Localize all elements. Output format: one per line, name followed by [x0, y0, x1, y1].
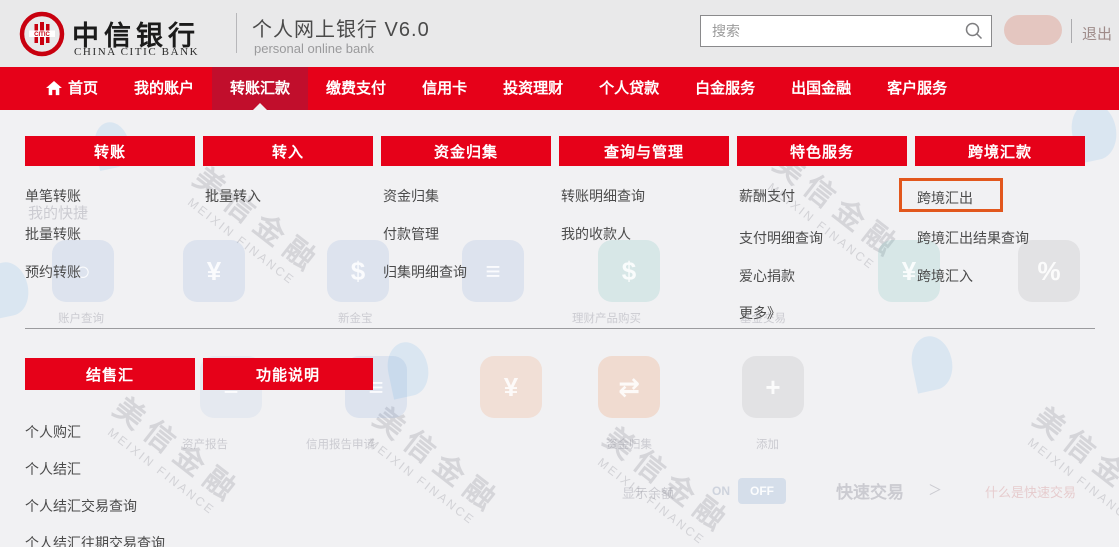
header-divider: [236, 13, 237, 53]
nav-item-label: 我的账户: [134, 80, 195, 97]
menu-item-charity-donation[interactable]: 爱心捐款: [739, 266, 795, 286]
menu-item-payment-detail-query[interactable]: 支付明细查询: [739, 228, 823, 248]
svg-text:CITIC: CITIC: [34, 32, 50, 38]
nav-item-customer-service[interactable]: 客户服务: [869, 67, 965, 110]
menu-item-personal-fx-settlement[interactable]: 个人结汇: [25, 459, 81, 479]
menu-item-more[interactable]: 更多》: [739, 303, 781, 323]
bg-label-quick-trade: 快速交易: [836, 483, 904, 502]
category-button-function-description[interactable]: 功能说明: [203, 358, 373, 390]
nav-item-investment[interactable]: 投资理财: [485, 67, 581, 110]
bg-label-add: 添加: [756, 439, 779, 451]
menu-item-payment-management[interactable]: 付款管理: [383, 224, 439, 244]
nav-item-label: 个人贷款: [599, 80, 660, 97]
bg-toggle-on: ON: [712, 484, 730, 498]
citic-online-banking-screen: CITIC 中信银行 CHINA CITIC BANK 个人网上银行 V6.0 …: [0, 0, 1119, 547]
nav-item-overseas-finance[interactable]: 出国金融: [773, 67, 869, 110]
menu-item-batch-transfer-in[interactable]: 批量转入: [205, 186, 261, 206]
nav-item-platinum-service[interactable]: 白金服务: [677, 67, 773, 110]
bg-app-icon-fund-collection: ⇄: [598, 356, 660, 418]
citic-bank-logo-icon: CITIC: [19, 11, 65, 57]
meixin-watermark: 美信金融 MEIXIN FINANCE: [595, 421, 738, 547]
bg-label-what-is-quick-trade: 什么是快速交易: [985, 485, 1077, 500]
menu-item-personal-fx-purchase[interactable]: 个人购汇: [25, 422, 81, 442]
category-button-transfer-in[interactable]: 转入: [203, 136, 373, 166]
nav-item-label: 投资理财: [503, 80, 564, 97]
search-icon[interactable]: [964, 21, 984, 41]
bg-label-xinjinbao: 新金宝: [338, 313, 373, 325]
search-box: [700, 15, 992, 47]
bg-app-icon-wealth: $: [598, 240, 660, 302]
nav-item-label: 白金服务: [695, 80, 756, 97]
logout-divider: [1071, 19, 1072, 43]
menu-item-cross-border-outward[interactable]: 跨境汇出: [917, 188, 973, 208]
nav-item-label: 信用卡: [422, 80, 468, 97]
bank-name-en: CHINA CITIC BANK: [74, 46, 200, 58]
nav-item-label: 缴费支付: [326, 80, 387, 97]
bg-toggle-off: OFF: [738, 478, 786, 504]
meixin-watermark: 美信金融 MEIXIN FINANCE: [1025, 401, 1119, 528]
main-nav: 首页 我的账户 转账汇款 缴费支付 信用卡 投资理财 个人贷款 白金服务 出国金…: [0, 67, 1119, 110]
bg-app-icon-rate: %: [1018, 240, 1080, 302]
bg-app-icon-repay: ¥: [480, 356, 542, 418]
menu-item-transfer-detail-query[interactable]: 转账明细查询: [561, 186, 645, 206]
category-button-fund-collection[interactable]: 资金归集: [381, 136, 551, 166]
menu-item-scheduled-transfer[interactable]: 预约转账: [25, 262, 81, 282]
category-button-cross-border[interactable]: 跨境汇款: [915, 136, 1085, 166]
menu-item-fund-collection[interactable]: 资金归集: [383, 186, 439, 206]
category-button-forex-settlement[interactable]: 结售汇: [25, 358, 195, 390]
nav-item-label: 首页: [68, 80, 99, 97]
menu-item-single-transfer[interactable]: 单笔转账: [25, 186, 81, 206]
category-button-featured[interactable]: 特色服务: [737, 136, 907, 166]
bg-app-icon-xinjinbao: $: [327, 240, 389, 302]
bg-quick-trade-arrow: ＞: [928, 482, 942, 498]
menu-item-my-payees[interactable]: 我的收款人: [561, 224, 631, 244]
product-subtitle: personal online bank: [254, 41, 374, 56]
bg-app-icon-payee: ≡: [462, 240, 524, 302]
menu-item-collection-detail-query[interactable]: 归集明细查询: [383, 262, 467, 282]
menu-item-batch-transfer[interactable]: 批量转账: [25, 224, 81, 244]
menu-item-fx-settlement-transaction-query[interactable]: 个人结汇交易查询: [25, 496, 137, 516]
nav-item-transfer-remit[interactable]: 转账汇款: [212, 67, 309, 110]
menu-item-cross-border-outward-result-query[interactable]: 跨境汇出结果查询: [917, 228, 1029, 248]
nav-item-label: 客户服务: [887, 80, 948, 97]
nav-item-bill-pay[interactable]: 缴费支付: [308, 67, 404, 110]
nav-item-label: 转账汇款: [230, 80, 291, 97]
nav-item-label: 出国金融: [791, 80, 852, 97]
menu-section-divider: [25, 328, 1095, 329]
bg-label-credit-report: 信用报告申请: [306, 439, 375, 451]
home-icon: [46, 81, 62, 96]
category-button-query-manage[interactable]: 查询与管理: [559, 136, 729, 166]
nav-item-credit-card[interactable]: 信用卡: [404, 67, 485, 110]
nav-item-home[interactable]: 首页: [28, 67, 116, 110]
search-input[interactable]: [700, 15, 992, 47]
menu-item-cross-border-inward[interactable]: 跨境汇入: [917, 266, 973, 286]
quote-watermark-shape: [906, 332, 958, 394]
bg-label-wealth-buy: 理财产品购买: [572, 313, 641, 325]
header: CITIC 中信银行 CHINA CITIC BANK 个人网上银行 V6.0 …: [0, 0, 1119, 67]
menu-item-fx-settlement-past-transaction-query[interactable]: 个人结汇往期交易查询: [25, 533, 165, 547]
logout-button[interactable]: 退出: [1082, 23, 1112, 44]
nav-item-personal-loan[interactable]: 个人贷款: [581, 67, 677, 110]
category-button-transfer[interactable]: 转账: [25, 136, 195, 166]
bg-app-icon-add: +: [742, 356, 804, 418]
bg-label-fund-collection: 资金归集: [606, 439, 652, 451]
menu-item-salary-payment[interactable]: 薪酬支付: [739, 186, 795, 206]
user-badge[interactable]: [1004, 15, 1062, 45]
bg-app-icon-transfer: ¥: [183, 240, 245, 302]
product-title: 个人网上银行 V6.0: [252, 19, 430, 41]
transfer-mega-menu: 美信金融 MEIXIN FINANCE 美信金融 MEIXIN FINANCE 美信…: [0, 110, 1119, 547]
nav-item-my-accounts[interactable]: 我的账户: [116, 67, 212, 110]
bg-label-account-query: 账户查询: [58, 313, 104, 325]
bg-label-asset-report: 资产报告: [182, 439, 228, 451]
bg-label-show-balance: 显示余额: [622, 486, 675, 501]
